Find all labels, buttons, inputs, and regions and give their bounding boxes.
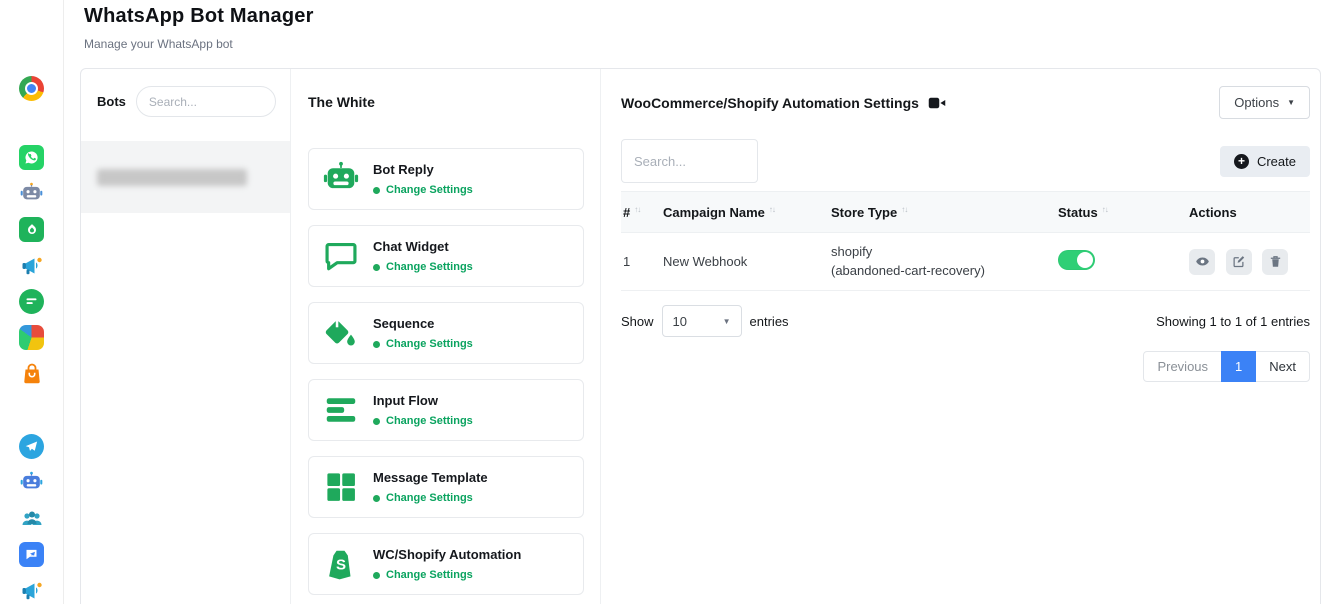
status-dot xyxy=(373,264,380,271)
col-header-campaign[interactable]: Campaign Name xyxy=(663,205,765,220)
feature-card-chat-widget[interactable]: Chat Widget Change Settings xyxy=(308,225,584,287)
whatsapp-broadcast-icon[interactable] xyxy=(19,253,44,278)
svg-text:S: S xyxy=(336,557,346,574)
bot-list-item-selected[interactable] xyxy=(81,141,290,213)
bars-icon xyxy=(322,391,360,429)
pagination-previous[interactable]: Previous xyxy=(1143,351,1222,382)
row-index: 1 xyxy=(621,254,663,269)
app-rail xyxy=(0,0,64,604)
feature-card-input-flow[interactable]: Input Flow Change Settings xyxy=(308,379,584,441)
page-title: WhatsApp Bot Manager xyxy=(84,5,314,28)
feature-title: Bot Reply xyxy=(373,162,473,177)
trash-icon xyxy=(1268,254,1283,269)
row-store-type: shopify (abandoned-cart-recovery) xyxy=(831,243,1058,281)
whatsapp-flows-icon[interactable] xyxy=(19,325,44,350)
col-header-actions: Actions xyxy=(1189,205,1237,220)
paint-drop-icon xyxy=(322,314,360,352)
chrome-icon[interactable] xyxy=(19,76,44,101)
col-header-status[interactable]: Status xyxy=(1058,205,1098,220)
status-dot xyxy=(373,341,380,348)
grid-icon xyxy=(322,468,360,506)
page-size-select[interactable]: 10 ▼ xyxy=(662,305,742,337)
bots-panel: Bots xyxy=(81,69,291,604)
whatsapp-shop-icon[interactable] xyxy=(19,361,44,386)
shopify-bag-icon: S xyxy=(322,545,360,583)
change-settings-link[interactable]: Change Settings xyxy=(386,492,473,504)
sort-icon[interactable]: ↑↓ xyxy=(1102,205,1108,214)
change-settings-link[interactable]: Change Settings xyxy=(386,338,473,350)
delete-button[interactable] xyxy=(1262,249,1288,275)
selected-bot-name: The White xyxy=(308,94,584,110)
feature-title: Message Template xyxy=(373,470,488,485)
feature-title: WC/Shopify Automation xyxy=(373,547,521,562)
col-header-num[interactable]: # xyxy=(623,205,630,220)
status-dot xyxy=(373,418,380,425)
table-header: # ↑↓ Campaign Name ↑↓ Store Type ↑↓ Status ↑… xyxy=(621,191,1310,233)
edit-button[interactable] xyxy=(1226,249,1252,275)
status-dot xyxy=(373,572,380,579)
robot-icon xyxy=(322,160,360,198)
change-settings-link[interactable]: Change Settings xyxy=(386,261,473,273)
chevron-down-icon: ▼ xyxy=(723,317,731,326)
whatsapp-icon[interactable] xyxy=(19,145,44,170)
main-card: Bots The White Bot Reply Change Settings xyxy=(80,68,1321,604)
entries-summary: Showing 1 to 1 of 1 entries xyxy=(1156,314,1310,329)
telegram-group-icon[interactable] xyxy=(19,506,44,531)
sort-icon[interactable]: ↑↓ xyxy=(769,205,775,214)
status-dot xyxy=(373,495,380,502)
telegram-broadcast-icon[interactable] xyxy=(19,578,44,603)
create-button[interactable]: + Create xyxy=(1220,146,1310,177)
page-header: WhatsApp Bot Manager Manage your WhatsAp… xyxy=(84,5,314,51)
feature-card-sequence[interactable]: Sequence Change Settings xyxy=(308,302,584,364)
view-button[interactable] xyxy=(1189,249,1215,275)
automation-panel: WooCommerce/Shopify Automation Settings … xyxy=(601,69,1320,604)
toggle-knob xyxy=(1077,252,1093,268)
bots-search-input[interactable] xyxy=(136,86,276,117)
automation-title: WooCommerce/Shopify Automation Settings xyxy=(621,95,919,111)
entries-label: entries xyxy=(750,314,789,329)
feature-card-bot-reply[interactable]: Bot Reply Change Settings xyxy=(308,148,584,210)
telegram-icon[interactable] xyxy=(19,434,44,459)
edit-icon xyxy=(1231,254,1246,269)
status-dot xyxy=(373,187,380,194)
bots-panel-title: Bots xyxy=(97,94,126,109)
sort-icon[interactable]: ↑↓ xyxy=(634,205,640,214)
plus-icon: + xyxy=(1234,154,1249,169)
page-subtitle: Manage your WhatsApp bot xyxy=(84,37,314,51)
sort-icon[interactable]: ↑↓ xyxy=(901,205,907,214)
pagination-page-1[interactable]: 1 xyxy=(1221,351,1256,382)
feature-title: Sequence xyxy=(373,316,473,331)
feature-title: Input Flow xyxy=(373,393,473,408)
bot-name-blurred xyxy=(97,169,247,186)
status-toggle[interactable] xyxy=(1058,250,1095,270)
table-search-input[interactable] xyxy=(621,139,758,183)
feature-card-wc-shopify-automation[interactable]: S WC/Shopify Automation Change Settings xyxy=(308,533,584,595)
change-settings-link[interactable]: Change Settings xyxy=(386,569,473,581)
feature-card-message-template[interactable]: Message Template Change Settings xyxy=(308,456,584,518)
whatsapp-bot-icon[interactable] xyxy=(19,181,44,206)
table-row: 1 New Webhook shopify (abandoned-cart-re… xyxy=(621,233,1310,291)
video-camera-icon[interactable] xyxy=(928,96,946,110)
options-button[interactable]: Options ▼ xyxy=(1219,86,1310,119)
whatsapp-chat-icon[interactable] xyxy=(19,289,44,314)
pagination: Previous 1 Next xyxy=(621,351,1310,382)
telegram-chat-icon[interactable] xyxy=(19,542,44,567)
row-campaign-name: New Webhook xyxy=(663,254,831,269)
whatsapp-marketing-icon[interactable] xyxy=(19,217,44,242)
change-settings-link[interactable]: Change Settings xyxy=(386,184,473,196)
telegram-bot-icon[interactable] xyxy=(19,470,44,495)
eye-icon xyxy=(1195,254,1210,269)
chevron-down-icon: ▼ xyxy=(1287,98,1295,107)
chat-bubble-icon xyxy=(322,237,360,275)
col-header-store-type[interactable]: Store Type xyxy=(831,205,897,220)
change-settings-link[interactable]: Change Settings xyxy=(386,415,473,427)
bot-features-panel: The White Bot Reply Change Settings Chat… xyxy=(291,69,601,604)
feature-title: Chat Widget xyxy=(373,239,473,254)
pagination-next[interactable]: Next xyxy=(1255,351,1310,382)
show-label: Show xyxy=(621,314,654,329)
